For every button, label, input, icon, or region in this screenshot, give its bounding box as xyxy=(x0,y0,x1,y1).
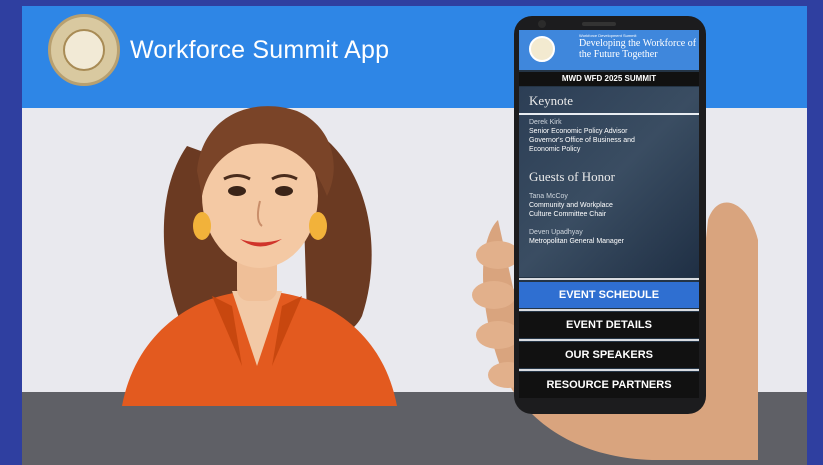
speaker-grille xyxy=(582,22,616,26)
divider xyxy=(519,278,699,280)
phone-screen: Workforce Development Summit Developing … xyxy=(519,30,699,398)
resource-partners-button[interactable]: RESOURCE PARTNERS xyxy=(519,372,699,398)
keynote-role-3: Economic Policy xyxy=(529,146,581,153)
summit-banner: MWD WFD 2025 SUMMIT xyxy=(519,72,699,86)
keynote-name: Derek Kirk xyxy=(529,119,562,126)
screen-header-title: Developing the Workforce of the Future T… xyxy=(579,38,697,60)
event-schedule-button[interactable]: EVENT SCHEDULE xyxy=(519,282,699,308)
guest2-role-1: Metropolitan General Manager xyxy=(529,238,624,245)
seal-center xyxy=(63,29,105,71)
keynote-role-2: Governor's Office of Business and xyxy=(529,137,635,144)
divider xyxy=(519,309,699,311)
guest1-role-1: Community and Workplace xyxy=(529,202,613,209)
guest1-name: Tana McCoy xyxy=(529,193,568,200)
guests-heading: Guests of Honor xyxy=(529,169,615,184)
divider xyxy=(519,369,699,371)
divider xyxy=(519,113,699,115)
speakers-panel: Keynote Derek Kirk Senior Economic Polic… xyxy=(519,87,699,277)
guest2-name: Deven Upadhyay xyxy=(529,229,583,236)
promo-canvas: Workforce Summit App Workforce Developme… xyxy=(22,6,807,465)
event-details-button[interactable]: EVENT DETAILS xyxy=(519,312,699,338)
camera-icon xyxy=(538,20,546,28)
keynote-heading: Keynote xyxy=(529,93,574,108)
app-title: Workforce Summit App xyxy=(130,36,390,64)
our-speakers-button[interactable]: OUR SPEAKERS xyxy=(519,342,699,368)
screen-header: Workforce Development Summit Developing … xyxy=(519,30,699,70)
presenter-avatar xyxy=(122,106,397,406)
screen-seal-logo xyxy=(529,36,555,62)
divider xyxy=(519,339,699,341)
keynote-role-1: Senior Economic Policy Advisor xyxy=(529,128,628,135)
guest1-role-2: Culture Committee Chair xyxy=(529,211,607,218)
